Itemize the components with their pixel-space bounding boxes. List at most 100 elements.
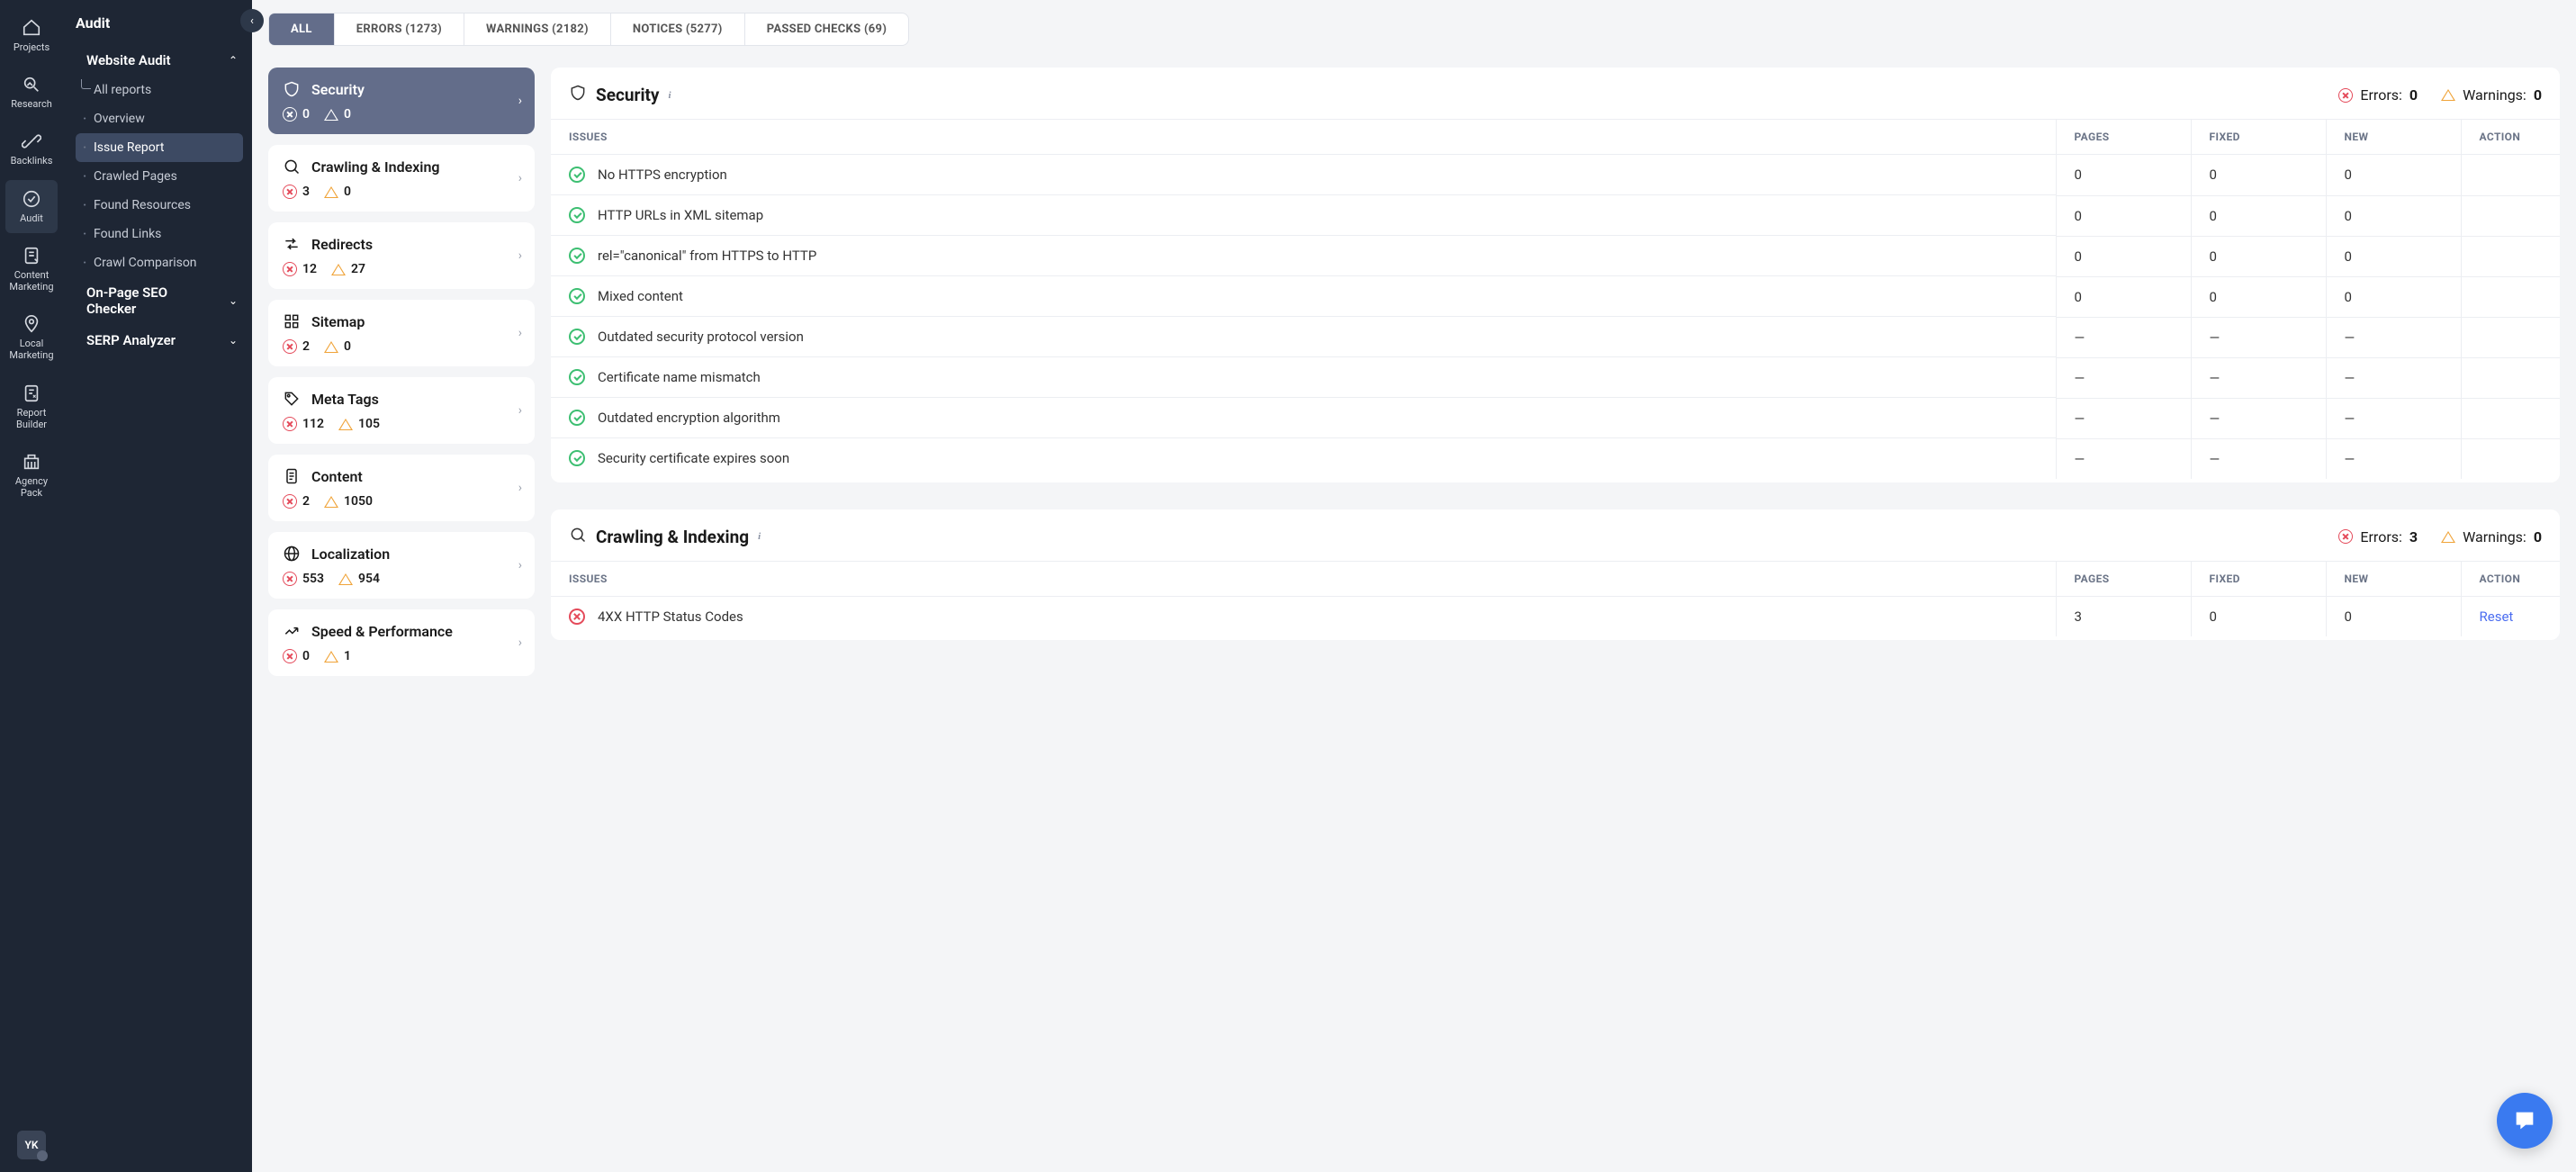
table-row[interactable]: HTTP URLs in XML sitemap 0 0 0 bbox=[551, 195, 2560, 236]
category-label: Redirects bbox=[311, 236, 373, 253]
error-icon bbox=[283, 649, 297, 663]
chevron-right-icon: › bbox=[518, 171, 522, 185]
fixed-cell: 0 bbox=[2191, 155, 2326, 196]
pages-cell: — bbox=[2056, 398, 2191, 438]
issue-name: Certificate name mismatch bbox=[598, 369, 761, 385]
errors-value: 0 bbox=[2409, 86, 2418, 104]
rail-report[interactable]: Report Builder bbox=[5, 374, 58, 439]
filter-errors[interactable]: ERRORS (1273) bbox=[335, 14, 464, 45]
category-label: Localization bbox=[311, 545, 390, 563]
side-item-crawled-pages[interactable]: Crawled Pages bbox=[76, 162, 243, 191]
rail-backlinks[interactable]: Backlinks bbox=[5, 122, 58, 176]
rail-research[interactable]: Research bbox=[5, 66, 58, 119]
fixed-cell: — bbox=[2191, 438, 2326, 479]
category-sitemap[interactable]: Sitemap 2 0 › bbox=[268, 300, 535, 366]
warning-count: 27 bbox=[351, 262, 365, 276]
table-row[interactable]: rel="canonical" from HTTPS to HTTP 0 0 0 bbox=[551, 236, 2560, 276]
side-item-label: Issue Report bbox=[94, 140, 164, 155]
category-security[interactable]: Security 0 0 › bbox=[268, 68, 535, 134]
main-content: ALLERRORS (1273)WARNINGS (2182)NOTICES (… bbox=[252, 0, 2576, 1172]
error-count: 2 bbox=[302, 494, 310, 509]
col-fixed: FIXED bbox=[2191, 120, 2326, 155]
panel-security: Securityi Errors: 0 Warnings: 0 ISSUES P… bbox=[551, 68, 2560, 482]
side-section-website-audit[interactable]: Website Audit⌃ bbox=[72, 44, 243, 76]
filter-all[interactable]: ALL bbox=[269, 14, 335, 45]
side-item-found-resources[interactable]: Found Resources bbox=[76, 191, 243, 220]
info-icon[interactable]: i bbox=[758, 531, 761, 542]
col-new: NEW bbox=[2326, 561, 2461, 596]
table-row[interactable]: Outdated encryption algorithm — — — bbox=[551, 398, 2560, 438]
rail-label: Content Marketing bbox=[5, 269, 58, 293]
fixed-cell: — bbox=[2191, 357, 2326, 398]
error-icon bbox=[283, 572, 297, 586]
side-item-overview[interactable]: Overview bbox=[76, 104, 243, 133]
side-item-found-links[interactable]: Found Links bbox=[76, 220, 243, 248]
side-section-on-page-seo-checker[interactable]: On-Page SEO Checker ⌄ bbox=[72, 277, 243, 324]
table-row[interactable]: Mixed content 0 0 0 bbox=[551, 276, 2560, 317]
error-count: 112 bbox=[302, 417, 324, 431]
rail-local[interactable]: Local Marketing bbox=[5, 305, 58, 370]
side-item-issue-report[interactable]: Issue Report bbox=[76, 133, 243, 162]
rail-label: Agency Pack bbox=[5, 475, 58, 499]
chevron-icon: ⌄ bbox=[229, 294, 238, 307]
info-icon[interactable]: i bbox=[668, 90, 671, 101]
error-icon bbox=[283, 339, 297, 354]
warnings-label: Warnings: bbox=[2463, 528, 2526, 545]
user-avatar[interactable]: YK bbox=[17, 1131, 46, 1159]
check-icon bbox=[569, 248, 585, 264]
error-icon bbox=[283, 262, 297, 276]
issue-name: Mixed content bbox=[598, 288, 683, 304]
check-icon bbox=[569, 167, 585, 183]
side-section-serp-analyzer[interactable]: SERP Analyzer⌄ bbox=[72, 324, 243, 356]
rail-agency[interactable]: Agency Pack bbox=[5, 443, 58, 508]
error-icon bbox=[2338, 529, 2353, 544]
table-row[interactable]: Outdated security protocol version — — — bbox=[551, 317, 2560, 357]
filter-notices[interactable]: NOTICES (5277) bbox=[611, 14, 745, 45]
category-crawling[interactable]: Crawling & Indexing 3 0 › bbox=[268, 145, 535, 212]
issue-name: Outdated security protocol version bbox=[598, 329, 804, 345]
check-icon bbox=[569, 329, 585, 345]
error-icon bbox=[283, 107, 297, 122]
side-item-crawl-comparison[interactable]: Crawl Comparison bbox=[76, 248, 243, 277]
nav-rail: ProjectsResearchBacklinksAudit Content Ma… bbox=[0, 0, 63, 1172]
warning-count: 954 bbox=[358, 572, 380, 586]
action-link[interactable]: Reset bbox=[2480, 609, 2514, 625]
collapse-sidebar-button[interactable]: ‹ bbox=[240, 9, 264, 32]
rail-content[interactable]: Content Marketing bbox=[5, 237, 58, 302]
chat-fab[interactable] bbox=[2497, 1093, 2553, 1149]
check-icon bbox=[569, 288, 585, 304]
rail-projects[interactable]: Projects bbox=[5, 9, 58, 62]
rail-audit[interactable]: Audit bbox=[5, 180, 58, 233]
category-local[interactable]: Localization 553 954 › bbox=[268, 532, 535, 599]
category-label: Crawling & Indexing bbox=[311, 158, 440, 176]
issues-table: ISSUES PAGES FIXED NEW ACTION 4XX HTTP S… bbox=[551, 561, 2560, 636]
new-cell: 0 bbox=[2326, 155, 2461, 196]
section-label: On-Page SEO Checker bbox=[86, 284, 220, 317]
table-row[interactable]: Security certificate expires soon — — — bbox=[551, 438, 2560, 479]
category-meta[interactable]: Meta Tags 112 105 › bbox=[268, 377, 535, 444]
table-row[interactable]: 4XX HTTP Status Codes 3 0 0 Reset bbox=[551, 596, 2560, 636]
new-cell: 0 bbox=[2326, 236, 2461, 276]
pages-cell: — bbox=[2056, 438, 2191, 479]
warning-icon bbox=[338, 573, 353, 585]
table-row[interactable]: No HTTPS encryption 0 0 0 bbox=[551, 155, 2560, 196]
rail-label: Local Marketing bbox=[5, 338, 58, 361]
category-speed[interactable]: Speed & Performance 0 1 › bbox=[268, 609, 535, 676]
warnings-value: 0 bbox=[2534, 86, 2542, 104]
chevron-right-icon: › bbox=[518, 248, 522, 263]
category-content[interactable]: Content 2 1050 › bbox=[268, 455, 535, 521]
error-icon bbox=[283, 494, 297, 509]
category-label: Speed & Performance bbox=[311, 623, 453, 640]
filter-passed[interactable]: PASSED CHECKS (69) bbox=[745, 14, 909, 45]
col-action: ACTION bbox=[2461, 120, 2560, 155]
panel-crawling-indexing: Crawling & Indexingi Errors: 3 Warnings:… bbox=[551, 509, 2560, 640]
section-label: SERP Analyzer bbox=[86, 332, 220, 348]
chevron-right-icon: › bbox=[518, 636, 522, 650]
category-redirects[interactable]: Redirects 12 27 › bbox=[268, 222, 535, 289]
table-row[interactable]: Certificate name mismatch — — — bbox=[551, 357, 2560, 398]
side-item-all-reports[interactable]: All reports bbox=[76, 76, 243, 104]
fixed-cell: 0 bbox=[2191, 236, 2326, 276]
fixed-cell: 0 bbox=[2191, 276, 2326, 317]
new-cell: 0 bbox=[2326, 276, 2461, 317]
filter-warnings[interactable]: WARNINGS (2182) bbox=[464, 14, 611, 45]
